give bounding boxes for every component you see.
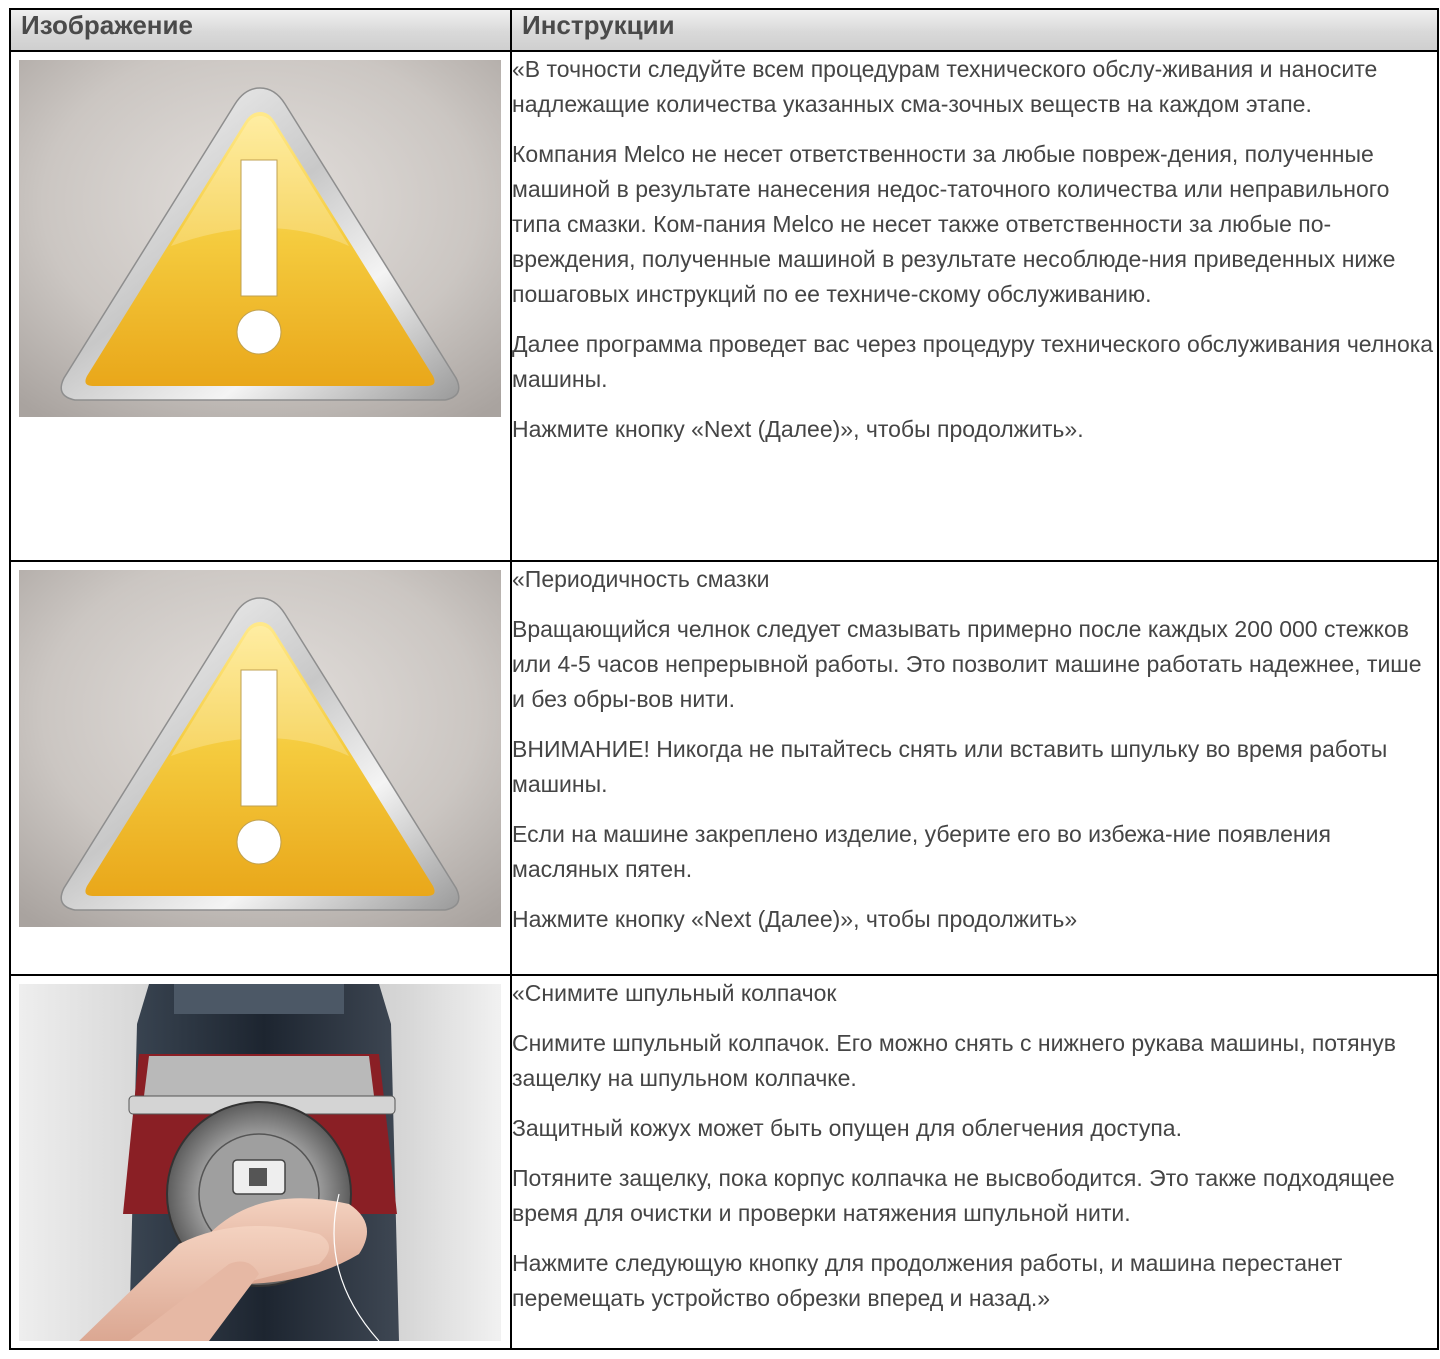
- header-image-column: Изображение: [9, 8, 512, 52]
- instruction-paragraph: Если на машине закреплено изделие, убери…: [512, 821, 1331, 882]
- instruction-paragraph: «В точности следуйте всем процедурам тех…: [512, 56, 1378, 117]
- instruction-paragraph: Компания Melco не несет ответственности …: [512, 141, 1396, 307]
- instruction-paragraph: Защитный кожух может быть опущен для обл…: [512, 1115, 1182, 1141]
- bobbin-case-photo: [19, 984, 501, 1341]
- warning-triangle-image: [19, 570, 501, 927]
- table-row: «Периодичность смазки Вращающийся челнок…: [9, 560, 1439, 976]
- instruction-paragraph: Далее программа проведет вас через проце…: [512, 331, 1434, 392]
- header-instructions-column: Инструкции: [510, 8, 1439, 52]
- instruction-paragraph: Нажмите кнопку «Next (Далее)», чтобы про…: [512, 906, 1078, 932]
- instruction-paragraph: Потяните защелку, пока корпус колпачка н…: [512, 1165, 1395, 1226]
- instruction-paragraph: ВНИМАНИЕ! Никогда не пытайтесь снять или…: [512, 736, 1388, 797]
- instructions-cell: «Снимите шпульный колпачок Снимите шпуль…: [510, 974, 1439, 1350]
- table-header-row: Изображение Инструкции: [9, 8, 1439, 52]
- instruction-paragraph: Снимите шпульный колпачок. Его можно сня…: [512, 1030, 1397, 1091]
- instructions-cell: «Периодичность смазки Вращающийся челнок…: [510, 560, 1439, 976]
- image-cell: [9, 50, 512, 562]
- instructions-table: Изображение Инструкции «В точности следу…: [9, 8, 1439, 1350]
- table-row: «Снимите шпульный колпачок Снимите шпуль…: [9, 974, 1439, 1350]
- table-row: «В точности следуйте всем процедурам тех…: [9, 50, 1439, 562]
- warning-triangle-image: [19, 60, 501, 417]
- image-cell: [9, 560, 512, 976]
- instruction-paragraph: Вращающийся челнок следует смазывать при…: [512, 616, 1422, 712]
- instruction-paragraph: «Снимите шпульный колпачок: [512, 980, 837, 1006]
- instruction-paragraph: «Периодичность смазки: [512, 566, 770, 592]
- instructions-cell: «В точности следуйте всем процедурам тех…: [510, 50, 1439, 562]
- instruction-paragraph: Нажмите следующую кнопку для продолжения…: [512, 1250, 1343, 1311]
- image-cell: [9, 974, 512, 1350]
- instruction-paragraph: Нажмите кнопку «Next (Далее)», чтобы про…: [512, 416, 1084, 442]
